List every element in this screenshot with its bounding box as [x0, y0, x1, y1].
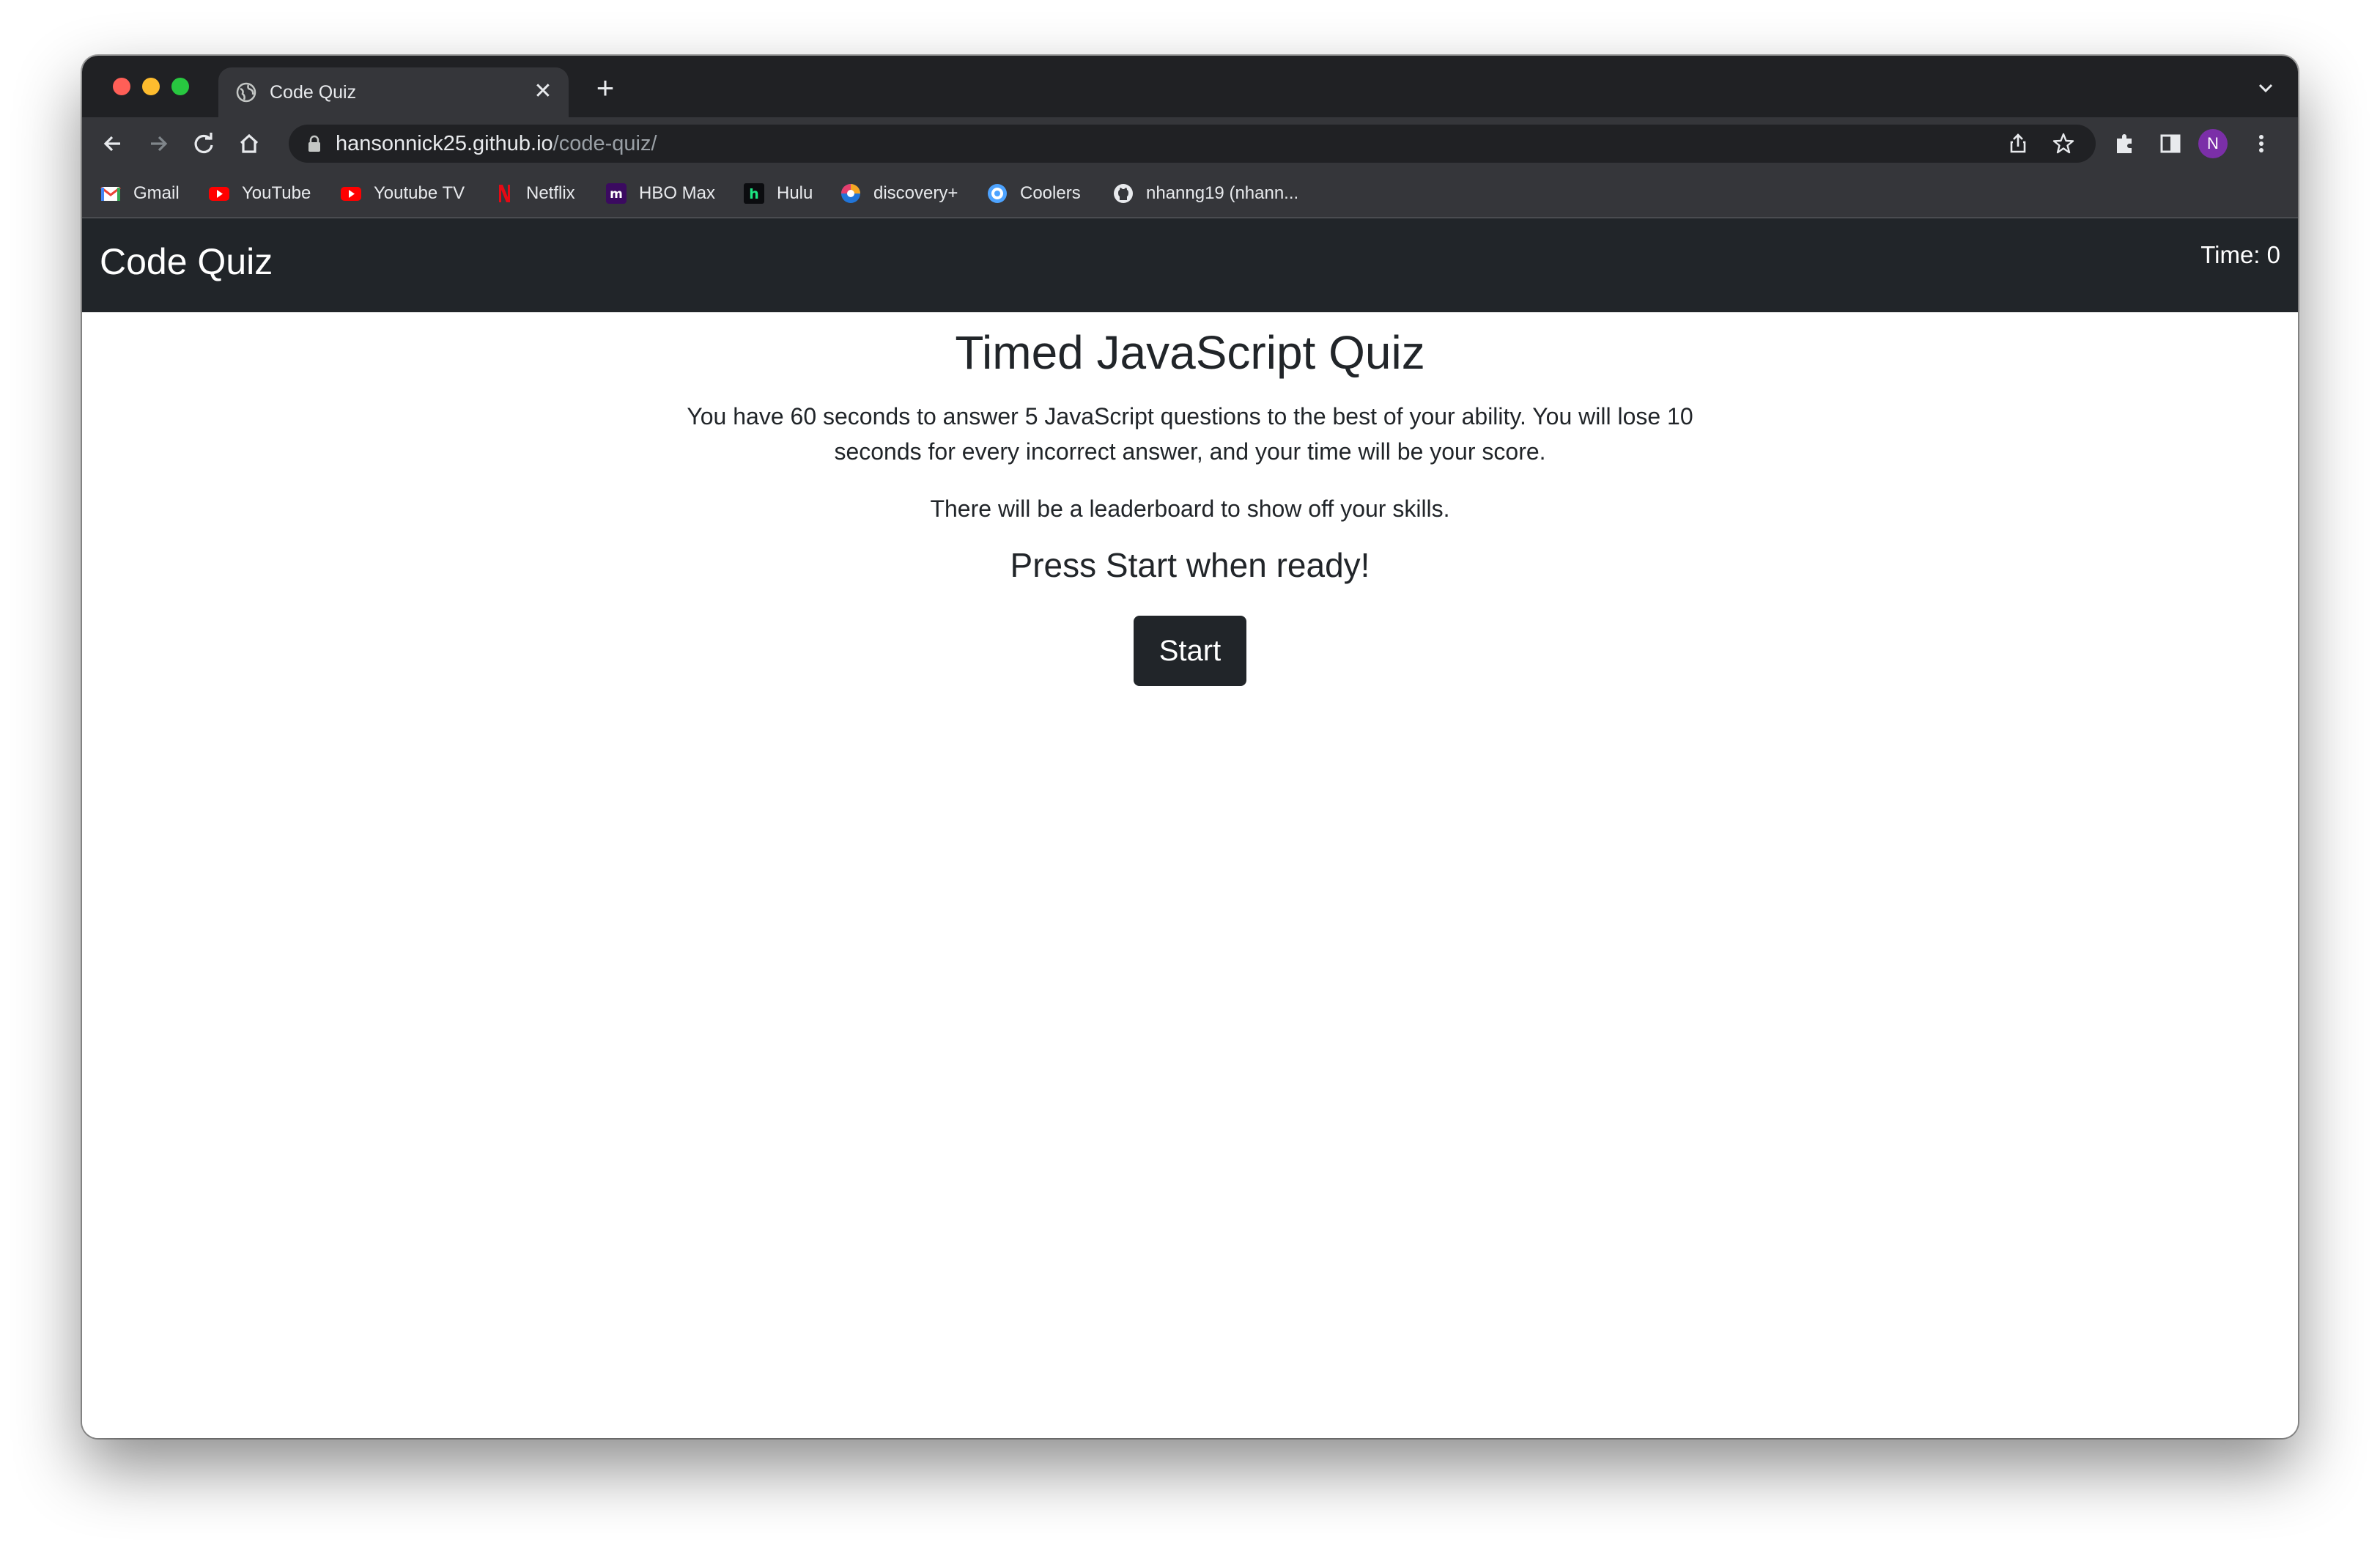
timer-display: Time: 0	[2200, 239, 2280, 271]
close-tab-icon[interactable]: ✕	[531, 79, 555, 104]
quiz-instructions: You have 60 seconds to answer 5 JavaScri…	[687, 403, 1693, 465]
bookmark-star-icon[interactable]	[2050, 130, 2077, 157]
github-icon	[1114, 184, 1133, 203]
bookmark-github[interactable]: nhanng19 (nhann...	[1112, 180, 1298, 207]
profile-avatar[interactable]: N	[2198, 129, 2228, 158]
share-icon[interactable]	[2005, 130, 2031, 157]
forward-arrow-icon[interactable]	[142, 128, 174, 160]
home-icon[interactable]	[233, 128, 265, 160]
hbo-max-icon: m	[606, 183, 627, 204]
bookmark-gmail[interactable]: Gmail	[100, 180, 180, 207]
back-arrow-icon[interactable]	[97, 128, 129, 160]
maximize-window-button[interactable]	[171, 78, 189, 95]
globe-icon	[236, 82, 256, 103]
netflix-icon	[499, 185, 510, 202]
leaderboard-note: There will be a leaderboard to show off …	[930, 495, 1450, 522]
lock-icon[interactable]	[306, 135, 322, 152]
bookmark-netflix[interactable]: Netflix	[492, 180, 575, 207]
start-button[interactable]: Start	[1134, 616, 1246, 686]
address-bar[interactable]: hansonnick25.github.io/code-quiz/	[289, 125, 2096, 163]
bookmark-youtube[interactable]: YouTube	[208, 180, 311, 207]
svg-text:m: m	[610, 187, 623, 202]
bookmark-coolers[interactable]: Coolers	[986, 180, 1081, 207]
url-text: hansonnick25.github.io/code-quiz/	[336, 132, 657, 155]
svg-text:h: h	[749, 186, 759, 202]
browser-toolbar: hansonnick25.github.io/code-quiz/ N	[82, 117, 2298, 170]
bookmark-hulu[interactable]: h Hulu	[743, 180, 813, 207]
ready-prompt: Press Start when ready!	[1010, 546, 1370, 584]
close-window-button[interactable]	[113, 78, 130, 95]
side-panel-icon[interactable]	[2156, 129, 2185, 158]
brand-title[interactable]: Code Quiz	[100, 237, 273, 286]
new-tab-button[interactable]: +	[589, 72, 621, 104]
discovery-plus-icon	[841, 184, 860, 203]
tab-strip: Code Quiz ✕ +	[82, 56, 2298, 117]
extensions-puzzle-icon[interactable]	[2110, 129, 2140, 158]
page-title: Timed JavaScript Quiz	[955, 326, 1425, 379]
bookmarks-bar: Gmail YouTube Youtube TV Netflix m HBO M…	[82, 170, 2298, 218]
quiz-intro-section: Timed JavaScript Quiz You have 60 second…	[82, 312, 2298, 686]
quiz-navbar: Code Quiz Time: 0	[82, 218, 2298, 312]
minimize-window-button[interactable]	[142, 78, 160, 95]
tab-title: Code Quiz	[270, 82, 357, 103]
youtube-icon	[209, 187, 229, 201]
tab-search-chevron-icon[interactable]	[2252, 75, 2279, 101]
youtube-tv-icon	[341, 187, 361, 201]
more-vertical-icon[interactable]	[2247, 129, 2276, 158]
timer-label: Time:	[2200, 241, 2261, 268]
gmail-icon	[100, 186, 121, 201]
bookmark-youtube-tv[interactable]: Youtube TV	[340, 180, 465, 207]
browser-window: Code Quiz ✕ + hansonnick25.github.io/cod…	[82, 56, 2298, 1438]
web-page: Code Quiz Time: 0 Timed JavaScript Quiz …	[82, 218, 2298, 1438]
hulu-icon: h	[744, 183, 764, 204]
timer-value: 0	[2266, 241, 2280, 268]
browser-tab-active[interactable]: Code Quiz ✕	[218, 67, 569, 117]
reload-icon[interactable]	[188, 128, 220, 160]
bookmark-hbo-max[interactable]: m HBO Max	[605, 180, 715, 207]
coolers-icon	[988, 184, 1007, 203]
bookmark-discovery-plus[interactable]: discovery+	[840, 180, 958, 207]
